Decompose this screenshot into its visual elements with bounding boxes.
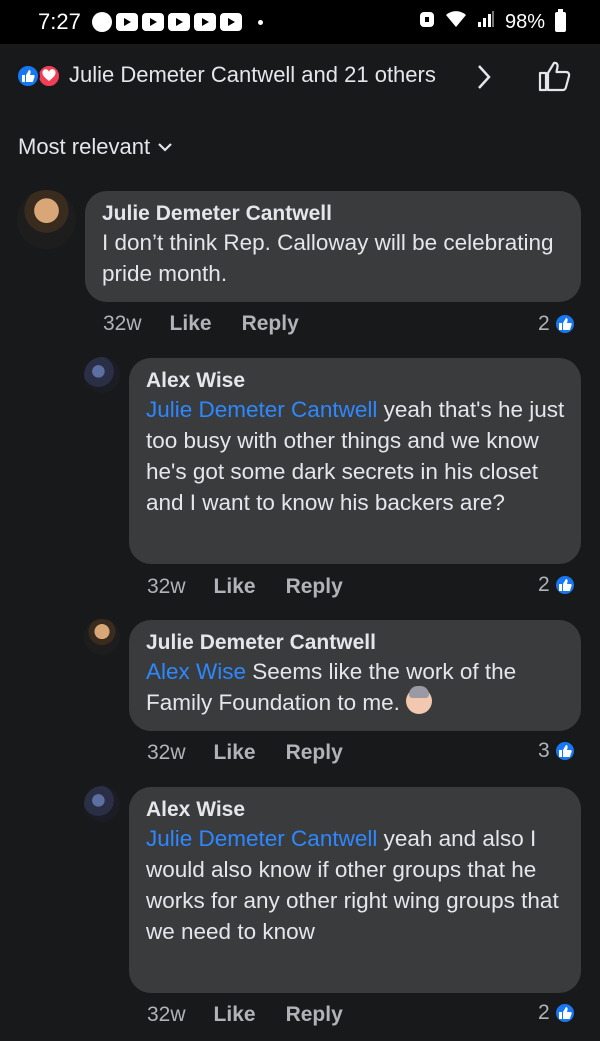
status-time: 7:27 [38,9,81,34]
sort-label: Most relevant [18,134,151,159]
mention-link[interactable]: Alex Wise [146,659,246,684]
comment-actions: 32w Like Reply [103,312,299,336]
like-reaction-icon [16,64,40,88]
comment-like-count[interactable]: 2 [538,573,576,597]
avatar[interactable] [17,190,76,249]
reaction-names[interactable]: Julie Demeter Cantwell and 21 others [69,62,436,88]
like-button[interactable]: Like [170,312,212,336]
reply-button[interactable]: Reply [286,1003,343,1027]
like-count-number: 2 [538,573,550,596]
comment-author[interactable]: Julie Demeter Cantwell [102,201,565,227]
comment-bubble[interactable]: Julie Demeter Cantwell Alex Wise Seems l… [129,620,581,731]
reply-button[interactable]: Reply [286,575,343,599]
like-reaction-icon [553,740,576,762]
chevron-down-icon [158,143,172,152]
woman-shrugging-emoji [406,686,433,714]
like-count-number: 2 [538,1001,550,1024]
mention-link[interactable]: Julie Demeter Cantwell [146,397,377,422]
mention-link[interactable]: Julie Demeter Cantwell [146,826,377,851]
comment-like-count[interactable]: 2 [538,1001,576,1025]
youtube-notif-icon [168,13,190,31]
like-reaction-icon [553,574,576,596]
comment-author[interactable]: Alex Wise [146,368,565,394]
comment-actions: 32w Like Reply [147,741,343,765]
sort-dropdown[interactable]: Most relevant [18,134,172,160]
comment-time[interactable]: 32w [103,312,142,336]
comment-actions: 32w Like Reply [147,1003,343,1027]
comment-body: I don’t think Rep. Calloway will be cele… [102,230,554,286]
cell-signal-icon [477,10,495,34]
wifi-icon [445,10,467,34]
comment-time[interactable]: 32w [147,575,186,599]
youtube-notif-icon [220,13,242,31]
avatar[interactable] [84,619,120,655]
comment-bubble[interactable]: Julie Demeter Cantwell I don’t think Rep… [85,191,581,302]
comment-author[interactable]: Julie Demeter Cantwell [146,630,565,656]
reply-button[interactable]: Reply [286,741,343,765]
thumbs-up-outline-icon[interactable] [538,60,572,97]
like-button[interactable]: Like [214,575,256,599]
more-notifications-icon [258,19,263,25]
youtube-notif-icon [116,13,138,31]
comment-bubble[interactable]: Alex Wise Julie Demeter Cantwell yeah th… [129,358,581,564]
comment-text: Julie Demeter Cantwell yeah that's he ju… [146,394,565,518]
comment-actions: 32w Like Reply [147,575,343,599]
comment-like-count[interactable]: 3 [538,739,576,763]
battery-icon [555,9,566,32]
comment-bubble[interactable]: Alex Wise Julie Demeter Cantwell yeah an… [129,787,581,993]
comment-text: Julie Demeter Cantwell yeah and also I w… [146,823,565,947]
youtube-notif-icon [142,13,164,31]
like-reaction-icon [553,1002,576,1024]
like-button[interactable]: Like [214,741,256,765]
youtube-notif-icon [194,13,216,31]
notification-icons [92,12,263,32]
avatar[interactable] [84,357,120,393]
like-count-number: 3 [538,739,550,762]
system-status: 98% [419,9,566,34]
status-bar: 7:27 98% [0,0,600,44]
comment-author[interactable]: Alex Wise [146,797,565,823]
reply-button[interactable]: Reply [242,312,299,336]
like-button[interactable]: Like [214,1003,256,1027]
comment-text: Alex Wise Seems like the work of the Fam… [146,656,565,718]
alarm-icon [419,10,435,34]
like-count-number: 2 [538,312,550,335]
comment-text: I don’t think Rep. Calloway will be cele… [102,227,565,289]
like-reaction-icon [553,313,576,335]
comment-like-count[interactable]: 2 [538,312,576,336]
chevron-right-icon[interactable] [476,64,492,95]
comment-time[interactable]: 32w [147,741,186,765]
comment-time[interactable]: 32w [147,1003,186,1027]
avatar[interactable] [84,786,120,822]
signal-notif-icon [92,12,112,32]
battery-percent: 98% [504,10,545,33]
love-reaction-icon [37,64,61,88]
